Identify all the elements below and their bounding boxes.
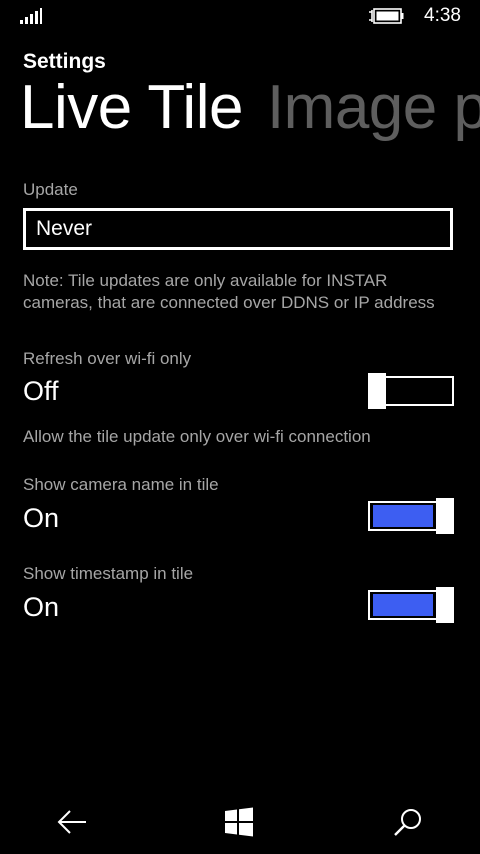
back-arrow-icon (57, 810, 86, 834)
windows-start-icon (225, 807, 253, 837)
timestamp-state: On (23, 592, 60, 622)
camera-name-toggle[interactable] (368, 498, 454, 534)
toggle-fill (373, 505, 433, 527)
search-button[interactable] (386, 800, 430, 844)
update-note: Note: Tile updates are only available fo… (23, 271, 435, 312)
toggle-thumb[interactable] (436, 498, 454, 534)
update-selected-value: Never (36, 217, 93, 240)
pivot-header: Live Tile Image p (20, 72, 480, 143)
camera-name-state: On (23, 503, 60, 533)
camera-name-label: Show camera name in tile (23, 475, 219, 494)
screen: 4:38 Settings Live Tile Image p Update Ne… (0, 0, 480, 854)
pivot-live-tile[interactable]: Live Tile (20, 73, 243, 142)
navigation-bar (0, 790, 480, 854)
search-icon (394, 809, 421, 836)
clock: 4:38 (424, 5, 461, 26)
timestamp-toggle[interactable] (368, 587, 454, 623)
signal-strength-icon (20, 8, 42, 24)
status-bar: 4:38 (0, 0, 480, 32)
back-button[interactable] (50, 800, 94, 844)
wifi-only-description: Allow the tile update only over wi-fi co… (23, 427, 371, 446)
wifi-only-state: Off (23, 376, 59, 406)
toggle-fill (373, 594, 433, 616)
pivot-image[interactable]: Image p (267, 73, 480, 142)
battery-charging-icon (369, 8, 404, 24)
timestamp-label: Show timestamp in tile (23, 564, 194, 583)
app-title: Settings (23, 50, 106, 73)
wifi-only-toggle[interactable] (368, 373, 454, 409)
wifi-only-label: Refresh over wi-fi only (23, 349, 192, 368)
toggle-thumb[interactable] (436, 587, 454, 623)
update-dropdown[interactable]: Never (23, 208, 453, 250)
start-button[interactable] (217, 800, 261, 844)
update-label: Update (23, 180, 78, 199)
toggle-thumb[interactable] (368, 373, 386, 409)
